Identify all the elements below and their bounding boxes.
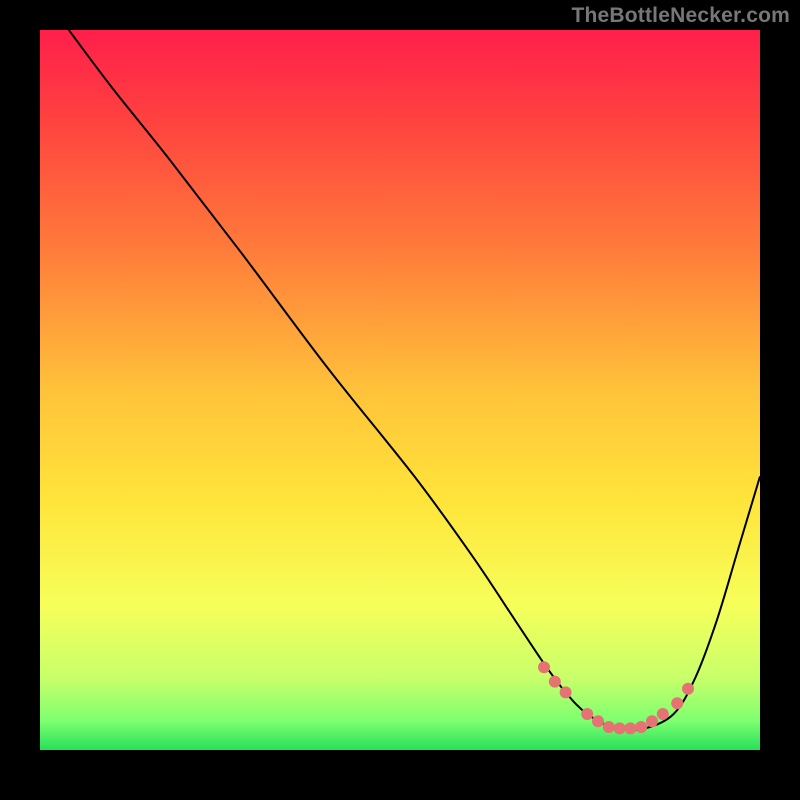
- curve-dot: [581, 708, 593, 720]
- curve-dot: [624, 722, 636, 734]
- plot-area: [40, 30, 760, 750]
- gradient-background: [40, 30, 760, 750]
- curve-dot: [614, 722, 626, 734]
- chart-frame: TheBottleNecker.com: [0, 0, 800, 800]
- watermark-text: TheBottleNecker.com: [571, 4, 790, 28]
- curve-dot: [682, 683, 694, 695]
- curve-dot: [560, 686, 572, 698]
- chart-svg: [40, 30, 760, 750]
- curve-dot: [603, 721, 615, 733]
- curve-dot: [592, 715, 604, 727]
- curve-dot: [646, 715, 658, 727]
- curve-dot: [635, 721, 647, 733]
- curve-dot: [657, 708, 669, 720]
- curve-dot: [671, 697, 683, 709]
- curve-dot: [538, 661, 550, 673]
- curve-dot: [549, 676, 561, 688]
